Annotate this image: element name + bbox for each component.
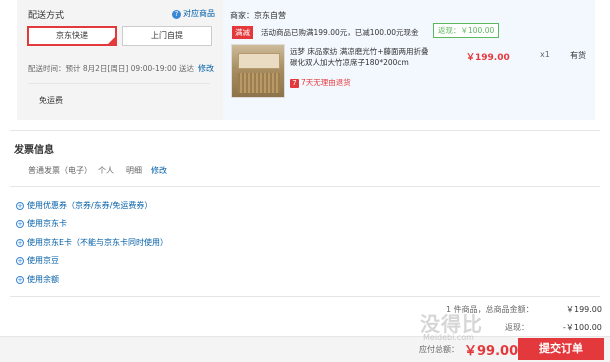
cashback-label: 返现： bbox=[438, 26, 461, 35]
shipping-option-label: 京东快递 bbox=[56, 31, 88, 40]
product-price: ￥199.00 bbox=[466, 53, 510, 63]
invoice-title: 发票信息 bbox=[14, 145, 54, 156]
return-badge-icon: 7 bbox=[290, 79, 299, 88]
plus-icon: + bbox=[16, 238, 24, 247]
plus-icon: + bbox=[16, 201, 24, 210]
section-divider bbox=[10, 186, 600, 187]
plus-icon: + bbox=[16, 219, 24, 228]
match-goods-label: 对应商品 bbox=[183, 9, 215, 18]
coupon-label: 使用京东E卡（不能与京东卡同时使用） bbox=[27, 238, 169, 247]
invoice-content: 明细 bbox=[126, 166, 142, 175]
return-policy[interactable]: 7 7天无理由退货 bbox=[290, 77, 351, 88]
product-stock: 有货 bbox=[570, 51, 586, 60]
section-divider bbox=[10, 130, 600, 131]
merchant-label: 商家：京东自营 bbox=[230, 11, 286, 20]
shipping-option-label: 上门自提 bbox=[151, 31, 183, 40]
mat-texture bbox=[238, 73, 280, 93]
plus-icon: + bbox=[16, 275, 24, 284]
summary-cashback-value: -￥100.00 bbox=[563, 323, 602, 332]
mat-image bbox=[238, 53, 280, 69]
section-divider bbox=[10, 296, 600, 297]
total-value: ￥99.00 bbox=[464, 344, 519, 359]
invoice-holder: 个人 bbox=[98, 166, 114, 175]
watermark-sub: Meidebi.com bbox=[423, 333, 474, 342]
product-qty: x1 bbox=[540, 50, 550, 59]
use-jdcard-toggle[interactable]: + 使用京东卡 bbox=[16, 218, 67, 229]
use-jdbean-toggle[interactable]: + 使用京豆 bbox=[16, 255, 59, 266]
shipping-title: 配送方式 bbox=[28, 11, 65, 21]
coupon-label: 使用京东卡 bbox=[27, 219, 67, 228]
shipping-option-jd-express[interactable]: 京东快递 bbox=[27, 26, 117, 46]
delivery-edit-link[interactable]: 修改 bbox=[198, 63, 214, 74]
summary-items-value: ￥199.00 bbox=[566, 305, 602, 314]
promo-tag: 满减 bbox=[232, 26, 253, 39]
coupon-label: 使用余额 bbox=[27, 275, 59, 284]
match-goods-link[interactable]: ? 对应商品 bbox=[172, 8, 215, 19]
summary-cashback-label: 返现： bbox=[505, 323, 529, 332]
product-name[interactable]: 远梦 床品家纺 满凉磨光竹+藤面两用折叠 碳化双人加大竹凉席子180*200cm bbox=[290, 46, 438, 68]
question-icon: ? bbox=[172, 10, 181, 19]
invoice-type: 普通发票（电子） bbox=[28, 166, 92, 175]
product-thumbnail[interactable] bbox=[231, 44, 285, 98]
total-label: 应付总额： bbox=[419, 345, 459, 354]
coupon-label: 使用优惠券（京券/东券/免运费券） bbox=[27, 201, 153, 210]
delivery-time: 配送时间：预计 8月2日[周日] 09:00-19:00 送达 bbox=[28, 64, 194, 73]
shipping-fee: 免运费 bbox=[39, 96, 63, 105]
submit-order-button[interactable]: 提交订单 bbox=[518, 338, 604, 360]
use-balance-toggle[interactable]: + 使用余额 bbox=[16, 274, 59, 285]
use-ecard-toggle[interactable]: + 使用京东E卡（不能与京东卡同时使用） bbox=[16, 237, 168, 248]
shipping-option-pickup[interactable]: 上门自提 bbox=[122, 26, 212, 46]
cashback-value: ￥100.00 bbox=[460, 26, 495, 35]
promo-text: 活动商品已购满199.00元，已减100.00元现金 bbox=[261, 28, 419, 37]
cashback-box: 返现：￥100.00 bbox=[433, 23, 500, 38]
selected-corner-icon bbox=[108, 37, 115, 44]
plus-icon: + bbox=[16, 256, 24, 265]
coupon-label: 使用京豆 bbox=[27, 256, 59, 265]
return-text: 7天无理由退货 bbox=[301, 78, 351, 87]
invoice-edit-link[interactable]: 修改 bbox=[151, 165, 167, 176]
shipping-divider bbox=[28, 83, 210, 84]
use-coupon-toggle[interactable]: + 使用优惠券（京券/东券/免运费券） bbox=[16, 200, 152, 211]
